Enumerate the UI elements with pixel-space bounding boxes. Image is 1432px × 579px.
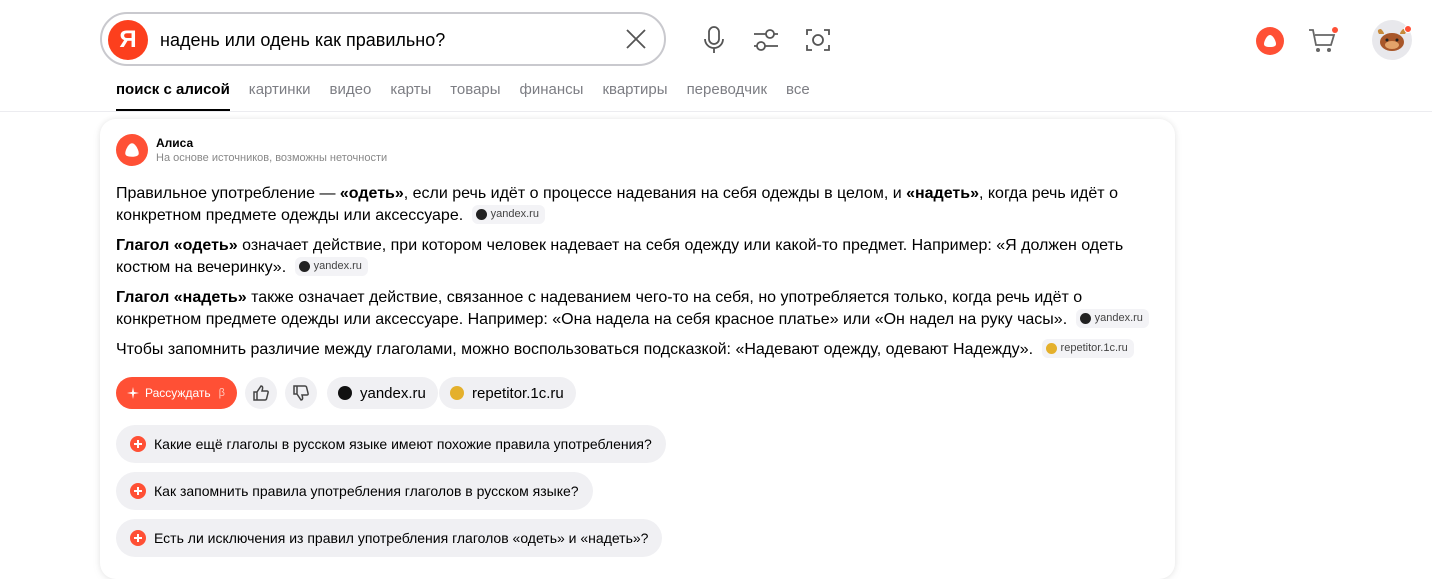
filters-icon[interactable]	[753, 26, 779, 54]
answer-paragraph: Чтобы запомнить различие между глаголами…	[116, 339, 1156, 361]
globe-icon	[475, 209, 487, 221]
globe-icon	[1079, 313, 1091, 325]
thumbs-up-icon	[253, 385, 269, 401]
tab-video[interactable]: видео	[330, 80, 372, 111]
suggestion-label: Какие ещё глаголы в русском языке имеют …	[154, 436, 652, 452]
source-chip[interactable]: repetitor.1c.ru	[1041, 339, 1134, 359]
source-chip[interactable]: yandex.ru	[294, 257, 368, 277]
search-tabs: поиск с алисой картинки видео карты това…	[116, 80, 829, 111]
alice-answer-card: Алиса На основе источников, возможны нет…	[100, 119, 1175, 579]
suggestion-label: Есть ли исключения из правил употреблени…	[154, 530, 649, 546]
thumbs-down-icon	[293, 385, 309, 401]
source-pill-repetitor[interactable]: repetitor.1c.ru	[439, 377, 576, 409]
tab-alice-search[interactable]: поиск с алисой	[116, 80, 230, 111]
yandex-logo[interactable]: Я	[108, 20, 148, 60]
tab-translator[interactable]: переводчик	[687, 80, 767, 111]
dislike-button[interactable]	[285, 377, 317, 409]
suggestion-label: Как запомнить правила употребления глаго…	[154, 483, 579, 499]
source-pill-label: repetitor.1c.ru	[472, 384, 564, 402]
clear-icon[interactable]	[624, 27, 648, 51]
suggestion-chip[interactable]: Как запомнить правила употребления глаго…	[116, 472, 593, 510]
answer-paragraph: Глагол «одеть» означает действие, при ко…	[116, 237, 1124, 277]
cart-notification-dot	[1332, 27, 1338, 33]
tab-all[interactable]: все	[786, 80, 810, 111]
source-chip[interactable]: yandex.ru	[1075, 309, 1149, 329]
source-pill-yandex[interactable]: yandex.ru	[327, 377, 438, 409]
source-pill-label: yandex.ru	[360, 384, 426, 402]
microphone-icon[interactable]	[701, 26, 727, 54]
camera-search-icon[interactable]	[805, 26, 831, 54]
reason-label: Рассуждать	[145, 386, 211, 400]
beta-badge: β	[218, 387, 225, 399]
repetitor-icon	[1045, 343, 1057, 355]
answer-paragraph: Правильное употребление — «одеть», если …	[116, 185, 1118, 225]
plus-icon	[130, 483, 146, 499]
answer-paragraph: Глагол «надеть» также означает действие,…	[116, 287, 1156, 331]
suggestion-chip[interactable]: Есть ли исключения из правил употреблени…	[116, 519, 663, 557]
tab-finance[interactable]: финансы	[520, 80, 584, 111]
answer-disclaimer: На основе источников, возможны неточност…	[156, 152, 388, 164]
suggestion-chip[interactable]: Какие ещё глаголы в русском языке имеют …	[116, 425, 666, 463]
tab-images[interactable]: картинки	[249, 80, 311, 111]
plus-icon	[130, 436, 146, 452]
tab-goods[interactable]: товары	[450, 80, 500, 111]
source-chip[interactable]: yandex.ru	[471, 205, 545, 225]
like-button[interactable]	[245, 377, 277, 409]
reason-button[interactable]: Рассуждать β	[116, 377, 237, 409]
header-divider	[0, 111, 1432, 112]
answer-author: Алиса	[156, 136, 194, 150]
globe-icon	[338, 386, 352, 400]
sparkle-icon	[127, 387, 139, 399]
avatar-notification-dot	[1404, 25, 1412, 33]
search-box[interactable]: Я надень или одень как правильно?	[100, 12, 666, 66]
globe-icon	[298, 261, 310, 273]
search-input[interactable]: надень или одень как правильно?	[160, 14, 445, 64]
alice-icon[interactable]	[1256, 27, 1284, 55]
tab-realty[interactable]: квартиры	[602, 80, 667, 111]
tab-maps[interactable]: карты	[390, 80, 431, 111]
plus-icon	[130, 530, 146, 546]
repetitor-icon	[450, 386, 464, 400]
alice-avatar-icon	[116, 134, 148, 166]
